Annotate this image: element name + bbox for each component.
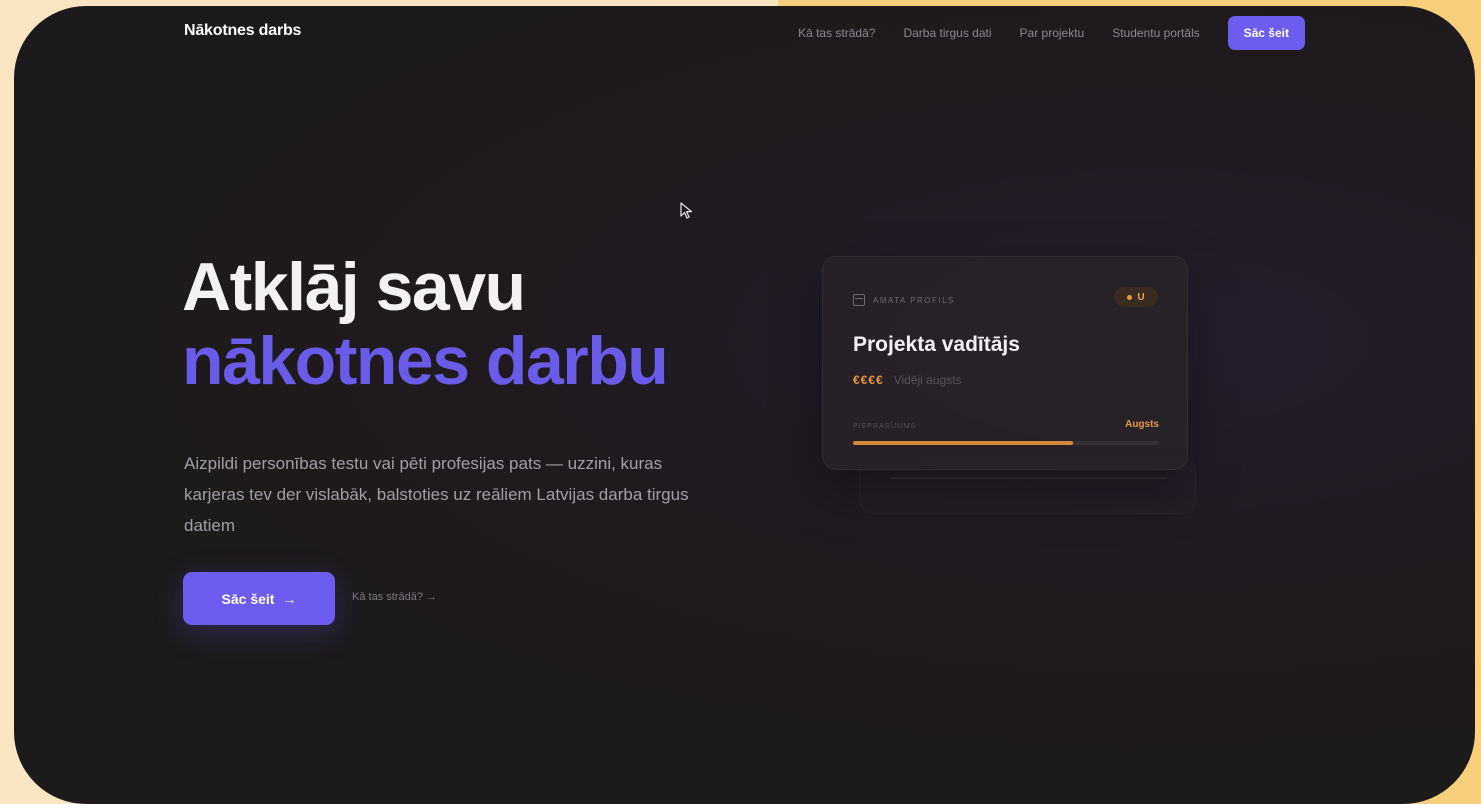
mouse-pointer-icon (680, 202, 693, 219)
demand-meter-fill (853, 441, 1074, 445)
page-frame: Nākotnes darbs Kā tas strādā? Darba tirg… (14, 6, 1475, 804)
salary-level: €€€€ (853, 373, 884, 387)
card-role-title: Projekta vadītājs (853, 333, 1020, 356)
card-salary: €€€€ Vidēji augsts (853, 373, 962, 387)
salary-note: Vidēji augsts (893, 373, 962, 387)
start-here-button[interactable]: Sāc šeit → (183, 572, 335, 625)
hero-description: Aizpildi personības testu vai pēti profe… (184, 454, 689, 535)
demand-label: PIEPRASĪJUMS (853, 423, 917, 430)
headline-line-1: Atklāj savu (182, 249, 526, 325)
nav-link-about-project[interactable]: Par projektu (1020, 26, 1085, 40)
nav-link-how-it-works[interactable]: Kā tas strādā? (798, 26, 875, 40)
start-here-label: Sāc šeit (221, 590, 275, 607)
card-stack-line (890, 477, 1166, 479)
nav-link-labor-market-data[interactable]: Darba tirgus dati (903, 26, 991, 40)
calendar-icon (853, 294, 865, 306)
arrow-right-icon: → (282, 590, 297, 607)
card-eyebrow: AMATA PROFILS (853, 294, 955, 306)
demand-value: Augsts (1125, 419, 1159, 430)
headline-line-2: nākotnes darbu (182, 323, 669, 399)
card-eyebrow-label: AMATA PROFILS (873, 295, 955, 305)
nav-start-button[interactable]: Sāc šeit (1227, 16, 1305, 50)
how-it-works-link[interactable]: Kā tas strādā? → (352, 591, 437, 603)
job-profile-card: AMATA PROFILS U Projekta vadītājs €€€€ V… (822, 256, 1188, 470)
top-navigation: Kā tas strādā? Darba tirgus dati Par pro… (770, 16, 1305, 50)
brand-logo[interactable]: Nākotnes darbs (184, 22, 301, 40)
hero-headline: Atklāj savu nākotnes darbu (182, 249, 669, 399)
demand-meter (853, 441, 1159, 445)
nav-link-student-portal[interactable]: Studentu portāls (1112, 26, 1199, 40)
status-badge: U (1114, 287, 1158, 307)
status-badge-label: U (1137, 291, 1145, 303)
status-dot-icon (1127, 294, 1133, 300)
